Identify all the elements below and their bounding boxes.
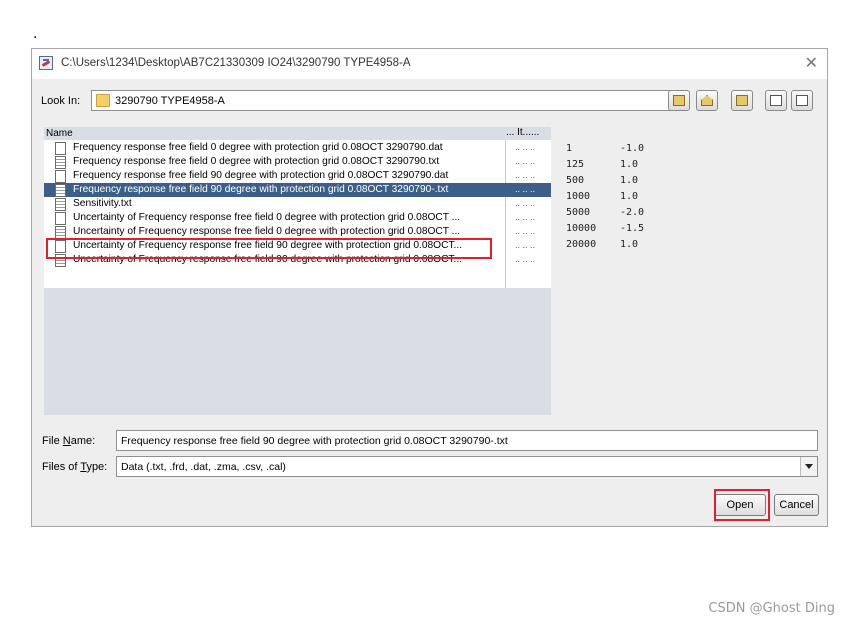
file-type-label: Files of Type: bbox=[42, 461, 108, 473]
file-row[interactable]: Uncertainty of Frequency response free f… bbox=[44, 239, 551, 253]
file-type-cell: .. .. .. bbox=[515, 142, 536, 152]
blank-doc-icon bbox=[55, 142, 66, 155]
file-preview: 1 -1.0 125 1.0 500 1.0 1000 1.0 5000 -2.0 10000 -1.… bbox=[566, 141, 686, 253]
file-name: Frequency response free field 90 degree … bbox=[73, 170, 449, 181]
text-doc-icon bbox=[55, 254, 66, 267]
file-row[interactable]: Frequency response free field 0 degree w… bbox=[44, 155, 551, 169]
look-in-dropdown[interactable]: 3290790 TYPE4958-A bbox=[91, 90, 688, 111]
preview-row: 500 1.0 bbox=[566, 173, 686, 189]
preview-frequency: 10000 bbox=[566, 223, 597, 234]
up-folder-button[interactable] bbox=[668, 90, 690, 111]
file-type-cell: .. .. .. bbox=[515, 184, 536, 194]
page-mark: . bbox=[33, 26, 38, 42]
file-type-cell: .. .. .. bbox=[515, 240, 536, 250]
preview-level: -1.5 bbox=[620, 223, 645, 234]
preview-frequency: 1000 bbox=[566, 191, 591, 202]
file-type-dropdown[interactable]: Data (.txt, .frd, .dat, .zma, .csv, .cal… bbox=[116, 456, 818, 477]
preview-level: -2.0 bbox=[620, 207, 645, 218]
file-name: Uncertainty of Frequency response free f… bbox=[73, 212, 461, 223]
name-column-header[interactable]: Name bbox=[46, 128, 73, 139]
window-title: C:\Users\1234\Desktop\AB7C21330309 IO24\… bbox=[61, 57, 411, 69]
preview-frequency: 1 bbox=[566, 143, 573, 154]
details-view-button[interactable] bbox=[791, 90, 813, 111]
type-column-header[interactable]: ... It...... bbox=[506, 127, 539, 138]
file-type-cell: .. .. .. bbox=[515, 226, 536, 236]
file-name-label: File Name: bbox=[42, 435, 96, 447]
text-doc-icon bbox=[55, 156, 66, 169]
file-type-cell: .. .. .. bbox=[515, 170, 536, 180]
file-row[interactable]: Uncertainty of Frequency response free f… bbox=[44, 211, 551, 225]
file-type-value: Data (.txt, .frd, .dat, .zma, .csv, .cal… bbox=[121, 461, 286, 473]
text-doc-icon bbox=[55, 226, 66, 239]
folder-icon bbox=[96, 94, 110, 107]
file-row[interactable]: Sensitivity.txt .. .. .. bbox=[44, 197, 551, 211]
preview-level: 1.0 bbox=[620, 239, 639, 250]
text-doc-icon bbox=[55, 198, 66, 211]
new-folder-button[interactable] bbox=[731, 90, 753, 111]
preview-level: 1.0 bbox=[620, 159, 639, 170]
file-name: Uncertainty of Frequency response free f… bbox=[73, 240, 463, 251]
file-row[interactable]: Uncertainty of Frequency response free f… bbox=[44, 225, 551, 239]
blank-doc-icon bbox=[55, 170, 66, 183]
preview-row: 10000 -1.5 bbox=[566, 221, 686, 237]
file-type-cell: .. .. .. bbox=[515, 212, 536, 222]
look-in-label: Look In: bbox=[41, 95, 81, 107]
blank-doc-icon bbox=[55, 240, 66, 253]
file-name: Frequency response free field 0 degree w… bbox=[73, 156, 440, 167]
file-chooser-dialog: C:\Users\1234\Desktop\AB7C21330309 IO24\… bbox=[31, 48, 828, 527]
chevron-down-icon[interactable] bbox=[800, 457, 817, 476]
file-name: Uncertainty of Frequency response free f… bbox=[73, 254, 463, 265]
file-type-cell: .. .. .. bbox=[515, 156, 536, 166]
file-type-cell: .. .. .. bbox=[515, 254, 536, 264]
preview-row: 1 -1.0 bbox=[566, 141, 686, 157]
preview-frequency: 500 bbox=[566, 175, 585, 186]
file-rows: Frequency response free field 0 degree w… bbox=[44, 140, 551, 288]
file-row[interactable]: Frequency response free field 90 degree … bbox=[44, 183, 551, 197]
file-name: Uncertainty of Frequency response free f… bbox=[73, 226, 461, 237]
file-name-input[interactable]: Frequency response free field 90 degree … bbox=[116, 430, 818, 451]
preview-frequency: 5000 bbox=[566, 207, 591, 218]
home-button[interactable] bbox=[696, 90, 718, 111]
details-view-icon bbox=[796, 95, 808, 106]
home-icon bbox=[701, 95, 713, 106]
preview-frequency: 20000 bbox=[566, 239, 597, 250]
file-name: Frequency response free field 90 degree … bbox=[73, 184, 449, 195]
watermark: CSDN @Ghost Ding bbox=[708, 601, 835, 616]
preview-row: 5000 -2.0 bbox=[566, 205, 686, 221]
cancel-button[interactable]: Cancel bbox=[774, 494, 819, 516]
list-view-icon bbox=[770, 95, 782, 106]
file-list-header: Name ... It...... bbox=[44, 127, 551, 140]
look-in-value: 3290790 TYPE4958-A bbox=[115, 95, 225, 107]
file-name: Frequency response free field 0 degree w… bbox=[73, 142, 443, 153]
preview-row: 125 1.0 bbox=[566, 157, 686, 173]
new-folder-icon bbox=[736, 95, 748, 106]
up-folder-icon bbox=[673, 95, 685, 106]
list-view-button[interactable] bbox=[765, 90, 787, 111]
preview-frequency: 125 bbox=[566, 159, 585, 170]
file-row[interactable]: Uncertainty of Frequency response free f… bbox=[44, 253, 551, 267]
file-row[interactable]: Frequency response free field 90 degree … bbox=[44, 169, 551, 183]
file-type-cell: .. .. .. bbox=[515, 198, 536, 208]
text-doc-icon bbox=[55, 184, 66, 197]
java-app-icon bbox=[39, 56, 53, 70]
open-button[interactable]: Open bbox=[714, 494, 766, 516]
preview-level: -1.0 bbox=[620, 143, 645, 154]
preview-row: 1000 1.0 bbox=[566, 189, 686, 205]
preview-row: 20000 1.0 bbox=[566, 237, 686, 253]
title-bar: C:\Users\1234\Desktop\AB7C21330309 IO24\… bbox=[32, 49, 827, 79]
blank-doc-icon bbox=[55, 212, 66, 225]
file-list[interactable]: Name ... It...... Frequency response fre… bbox=[44, 127, 551, 415]
preview-level: 1.0 bbox=[620, 175, 639, 186]
preview-level: 1.0 bbox=[620, 191, 639, 202]
close-icon[interactable]: ✕ bbox=[805, 54, 818, 72]
file-row[interactable]: Frequency response free field 0 degree w… bbox=[44, 141, 551, 155]
file-name: Sensitivity.txt bbox=[73, 198, 132, 209]
